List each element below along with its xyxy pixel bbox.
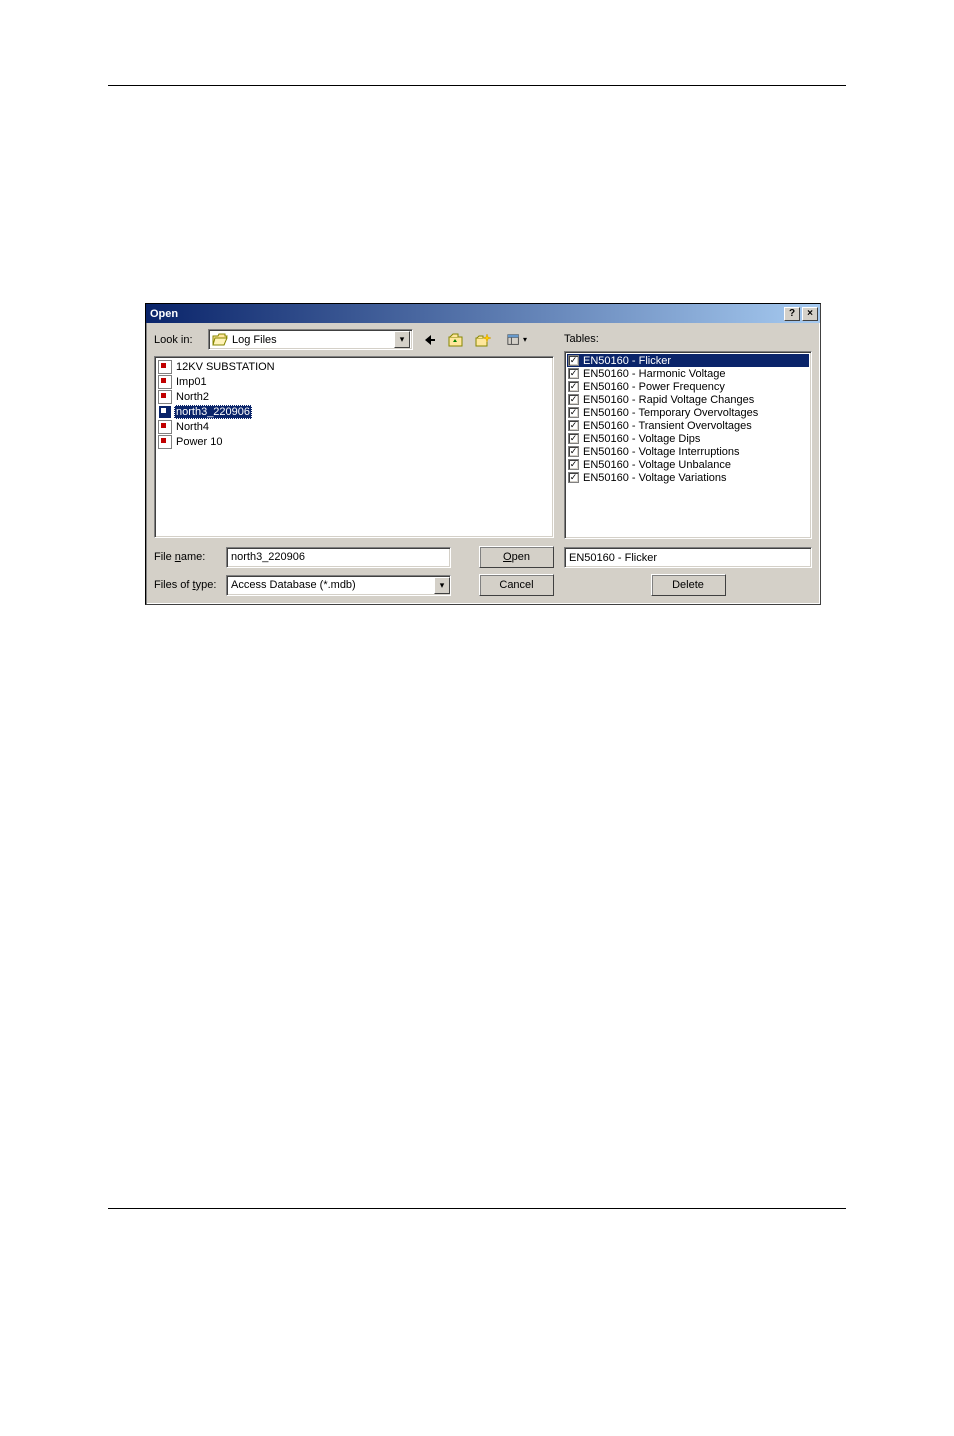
selected-table-input[interactable]: EN50160 - Flicker — [564, 547, 812, 568]
file-list[interactable]: 12KV SUBSTATIONImp01North2north3_220906N… — [154, 356, 554, 538]
database-file-icon — [158, 405, 172, 419]
checkbox-icon[interactable]: ✓ — [568, 355, 579, 366]
lookin-combo[interactable]: Log Files ▾ — [208, 329, 413, 350]
checkbox-icon[interactable]: ✓ — [568, 381, 579, 392]
dialog-title: Open — [150, 308, 782, 320]
delete-button[interactable]: Delete — [651, 574, 726, 596]
file-item-label: Imp01 — [174, 375, 209, 389]
file-item[interactable]: North4 — [157, 419, 551, 434]
cancel-button[interactable]: Cancel — [479, 574, 554, 596]
table-item-label: EN50160 - Power Frequency — [583, 381, 725, 393]
close-button[interactable]: × — [802, 307, 818, 321]
page-header-rule — [108, 85, 846, 86]
table-item[interactable]: ✓ EN50160 - Transient Overvoltages — [567, 419, 809, 432]
lookin-value: Log Files — [231, 334, 394, 346]
table-item-label: EN50160 - Voltage Interruptions — [583, 446, 740, 458]
database-file-icon — [158, 360, 172, 374]
checkbox-icon[interactable]: ✓ — [568, 407, 579, 418]
page-footer-rule — [108, 1208, 846, 1209]
checkbox-icon[interactable]: ✓ — [568, 394, 579, 405]
file-item-label: Power 10 — [174, 435, 224, 449]
help-button[interactable]: ? — [784, 307, 800, 321]
table-item[interactable]: ✓ EN50160 - Voltage Interruptions — [567, 445, 809, 458]
titlebar: Open ? × — [146, 304, 820, 323]
table-item[interactable]: ✓ EN50160 - Power Frequency — [567, 380, 809, 393]
database-file-icon — [158, 435, 172, 449]
checkbox-icon[interactable]: ✓ — [568, 368, 579, 379]
new-folder-icon — [475, 332, 491, 348]
checkbox-icon[interactable]: ✓ — [568, 433, 579, 444]
table-item-label: EN50160 - Flicker — [583, 355, 671, 367]
table-item[interactable]: ✓ EN50160 - Rapid Voltage Changes — [567, 393, 809, 406]
chevron-down-icon[interactable]: ▾ — [394, 331, 410, 348]
table-item[interactable]: ✓ EN50160 - Temporary Overvoltages — [567, 406, 809, 419]
table-item-label: EN50160 - Rapid Voltage Changes — [583, 394, 754, 406]
file-item-label: 12KV SUBSTATION — [174, 360, 277, 374]
filetype-label: Files of type: — [154, 579, 226, 591]
table-item-label: EN50160 - Transient Overvoltages — [583, 420, 752, 432]
file-item-label: North2 — [174, 390, 211, 404]
file-item[interactable]: 12KV SUBSTATION — [157, 359, 551, 374]
file-item[interactable]: Imp01 — [157, 374, 551, 389]
file-item[interactable]: North2 — [157, 389, 551, 404]
database-file-icon — [158, 390, 172, 404]
new-folder-button[interactable] — [471, 329, 494, 350]
selected-table-value: EN50160 - Flicker — [569, 552, 657, 564]
open-button[interactable]: Open — [479, 546, 554, 568]
open-folder-icon — [212, 333, 228, 347]
filename-input[interactable]: north3_220906 — [226, 547, 451, 568]
checkbox-icon[interactable]: ✓ — [568, 459, 579, 470]
tables-label: Tables: — [564, 333, 812, 345]
database-file-icon — [158, 420, 172, 434]
table-item-label: EN50160 - Temporary Overvoltages — [583, 407, 758, 419]
filename-value: north3_220906 — [231, 551, 305, 563]
views-menu-button[interactable]: ▾ — [498, 329, 530, 350]
table-item-label: EN50160 - Voltage Variations — [583, 472, 727, 484]
filetype-value: Access Database (*.mdb) — [231, 579, 356, 591]
back-button[interactable] — [417, 329, 440, 350]
tables-list[interactable]: ✓ EN50160 - Flicker ✓ EN50160 - Harmonic Vo… — [564, 351, 812, 539]
checkbox-icon[interactable]: ✓ — [568, 472, 579, 483]
chevron-down-icon: ▾ — [523, 335, 527, 344]
table-item-label: EN50160 - Voltage Unbalance — [583, 459, 731, 471]
arrow-left-icon — [421, 332, 437, 348]
file-item-label: North4 — [174, 420, 211, 434]
lookin-label: Look in: — [154, 334, 204, 346]
table-item-label: EN50160 - Voltage Dips — [583, 433, 700, 445]
up-one-level-button[interactable] — [444, 329, 467, 350]
checkbox-icon[interactable]: ✓ — [568, 446, 579, 457]
table-item[interactable]: ✓ EN50160 - Harmonic Voltage — [567, 367, 809, 380]
folder-up-icon — [448, 332, 464, 348]
checkbox-icon[interactable]: ✓ — [568, 420, 579, 431]
table-item[interactable]: ✓ EN50160 - Voltage Dips — [567, 432, 809, 445]
chevron-down-icon[interactable]: ▾ — [434, 577, 450, 594]
file-item[interactable]: north3_220906 — [157, 404, 551, 419]
filename-label: File name: — [154, 551, 226, 563]
filetype-combo[interactable]: Access Database (*.mdb) ▾ — [226, 575, 451, 596]
views-icon — [507, 333, 521, 347]
table-item[interactable]: ✓ EN50160 - Flicker — [567, 354, 809, 367]
file-item[interactable]: Power 10 — [157, 434, 551, 449]
table-item[interactable]: ✓ EN50160 - Voltage Variations — [567, 471, 809, 484]
table-item[interactable]: ✓ EN50160 - Voltage Unbalance — [567, 458, 809, 471]
database-file-icon — [158, 375, 172, 389]
table-item-label: EN50160 - Harmonic Voltage — [583, 368, 725, 380]
file-item-label: north3_220906 — [174, 405, 252, 419]
open-dialog: Open ? × Look in: Log Files ▾ — [145, 303, 821, 605]
